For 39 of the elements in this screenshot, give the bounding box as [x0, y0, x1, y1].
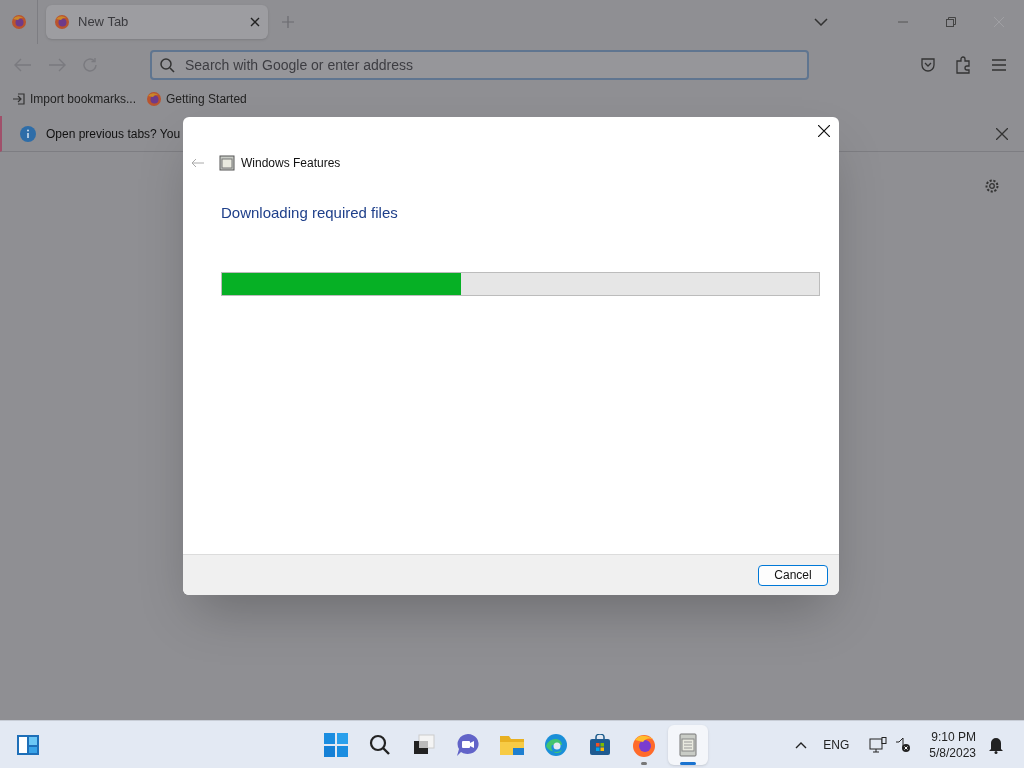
pocket-icon[interactable] — [920, 57, 936, 73]
firefox-icon — [632, 732, 656, 757]
windows-logo-icon — [324, 732, 348, 757]
puzzle-icon[interactable] — [956, 56, 972, 74]
settings-icon[interactable] — [984, 178, 1000, 194]
server-drawer-icon — [677, 732, 699, 757]
search-icon — [369, 733, 391, 756]
menu-icon[interactable] — [992, 59, 1006, 71]
language-indicator[interactable]: ENG — [823, 735, 850, 754]
firefox-icon — [10, 14, 27, 30]
bookmark-item[interactable]: Import bookmarks... — [12, 90, 137, 108]
search-icon — [160, 57, 175, 73]
cancel-button[interactable]: Cancel — [758, 564, 828, 586]
browser-tab[interactable]: New Tab — [46, 5, 268, 39]
edge-icon — [544, 732, 568, 757]
store-icon — [589, 733, 611, 756]
widgets-icon[interactable] — [16, 733, 40, 756]
speaker-muted-icon[interactable] — [895, 736, 912, 753]
import-icon — [12, 92, 26, 106]
info-icon — [20, 125, 36, 142]
chevron-down-icon[interactable] — [814, 18, 828, 26]
back-icon[interactable] — [191, 158, 205, 168]
clock[interactable]: 9:10 PM 5/8/2023 — [929, 728, 976, 761]
address-bar[interactable]: Search with Google or enter address — [150, 50, 809, 80]
close-icon[interactable] — [250, 17, 260, 27]
network-icon[interactable] — [869, 736, 888, 753]
dialog-title: Windows Features — [241, 155, 341, 172]
folder-icon — [499, 733, 525, 756]
chat-icon — [456, 732, 480, 757]
dialog-heading: Downloading required files — [221, 203, 398, 223]
chevron-up-icon[interactable] — [795, 740, 808, 749]
restore-icon[interactable] — [946, 17, 956, 27]
firefox-icon — [146, 91, 163, 107]
bookmark-item[interactable]: Getting Started — [146, 90, 247, 108]
bell-icon[interactable] — [988, 735, 1004, 754]
close-icon[interactable] — [818, 125, 830, 137]
firefox-icon — [54, 14, 70, 30]
task-view-icon — [413, 733, 435, 756]
server-drawer-icon — [219, 155, 235, 171]
